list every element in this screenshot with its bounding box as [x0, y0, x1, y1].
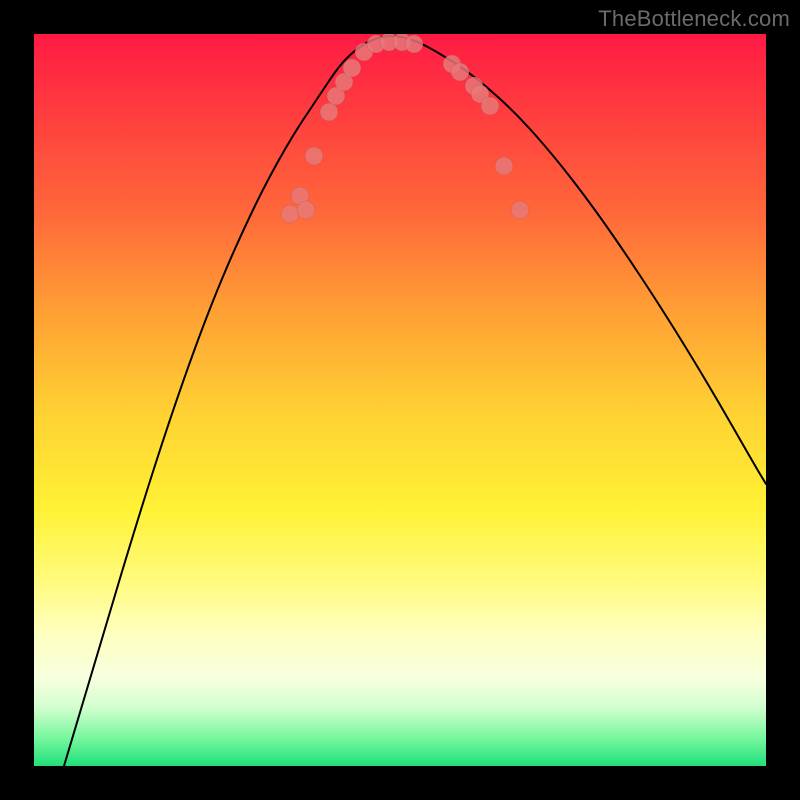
- chart-frame: TheBottleneck.com: [0, 0, 800, 800]
- marker-dot: [297, 201, 315, 219]
- marker-dot: [343, 59, 361, 77]
- marker-dot: [405, 35, 423, 53]
- marker-dot: [320, 103, 338, 121]
- watermark-label: TheBottleneck.com: [598, 6, 790, 32]
- bottleneck-curve-path: [64, 36, 766, 766]
- marker-dot: [511, 201, 529, 219]
- marker-dot: [451, 63, 469, 81]
- marker-group: [281, 34, 529, 223]
- plot-area: [34, 34, 766, 766]
- marker-dot: [481, 97, 499, 115]
- marker-dot: [305, 147, 323, 165]
- curve-svg: [34, 34, 766, 766]
- marker-dot: [495, 157, 513, 175]
- marker-dot: [281, 205, 299, 223]
